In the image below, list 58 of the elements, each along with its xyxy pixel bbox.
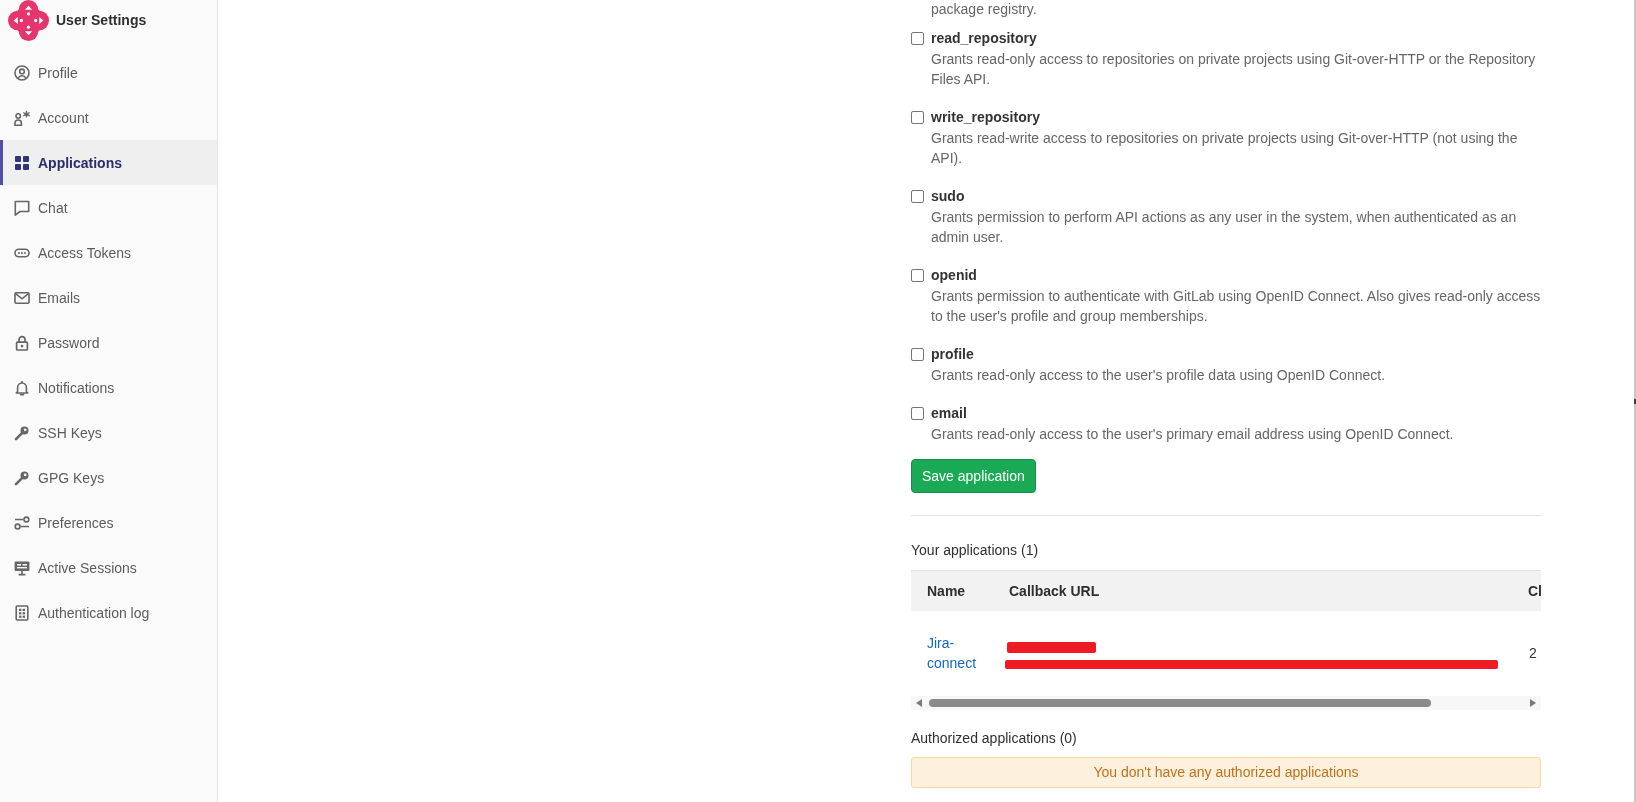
sidebar-item[interactable]: Preferences bbox=[0, 500, 217, 545]
page-scrollbar[interactable] bbox=[1634, 0, 1636, 802]
scope-label[interactable]: write_repository bbox=[931, 109, 1040, 125]
caret-left-icon[interactable] bbox=[916, 699, 922, 707]
scope-description: Grants permission to perform API actions as any user in the system, when authenticated as an admin user. bbox=[931, 208, 1518, 247]
empty-state-alert: You don't have any authorized applications bbox=[911, 757, 1541, 788]
scope-description: Grants permission to authenticate with GitLab using OpenID Connect. Also gives read-only access to the user's profile and group memberships. bbox=[931, 287, 1542, 326]
sidebar-item[interactable]: Access Tokens bbox=[0, 230, 217, 275]
envelope-icon bbox=[14, 289, 30, 306]
table-grid-icon bbox=[14, 604, 30, 621]
column-header: Name bbox=[926, 583, 967, 599]
sidebar-item[interactable]: Authentication log bbox=[0, 590, 217, 635]
key-icon bbox=[14, 424, 30, 441]
scope-label[interactable]: sudo bbox=[931, 188, 965, 204]
sidebar-item[interactable]: Profile bbox=[0, 50, 217, 95]
sidebar-item[interactable]: Emails bbox=[0, 275, 217, 320]
scrollbar-thumb[interactable] bbox=[929, 699, 1431, 707]
sidebar-item[interactable]: Notifications bbox=[0, 365, 217, 410]
sidebar-title: User Settings bbox=[56, 11, 147, 30]
sidebar-item[interactable]: Active Sessions bbox=[0, 545, 217, 590]
checkbox[interactable] bbox=[911, 31, 924, 45]
column-header: Callback URL bbox=[1008, 583, 1101, 599]
lock-icon bbox=[14, 334, 30, 351]
key-icon bbox=[14, 469, 30, 486]
sidebar-item[interactable]: Chat bbox=[0, 185, 217, 230]
checkbox[interactable] bbox=[911, 110, 924, 124]
sidebar-item[interactable]: GPG Keys bbox=[0, 455, 217, 500]
scope-description: package registry. bbox=[931, 0, 1038, 18]
scope-description: Grants read-write access to repositories on private projects using Git-over-HTTP (not using the API). bbox=[931, 129, 1519, 168]
sliders-icon bbox=[14, 514, 30, 531]
caret-right-icon[interactable] bbox=[1530, 699, 1536, 707]
checkbox[interactable] bbox=[911, 189, 924, 203]
section-heading: Your applications (1) bbox=[911, 541, 1040, 560]
section-heading: Authorized applications (0) bbox=[911, 729, 1078, 748]
checkbox[interactable] bbox=[911, 406, 924, 420]
sidebar-item[interactable]: Account bbox=[0, 95, 217, 140]
sidebar-item[interactable]: Password bbox=[0, 320, 217, 365]
bell-icon bbox=[14, 379, 30, 396]
speech-bubble-icon bbox=[14, 199, 30, 216]
scope-label[interactable]: email bbox=[931, 405, 967, 421]
app-name-link[interactable]: Jira-connect bbox=[927, 633, 979, 673]
scope-description: Grants read-only access to repositories on private projects using Git-over-HTTP or the Repository Files API. bbox=[931, 50, 1537, 89]
scope-description: Grants read-only access to the user's primary email address using OpenID Connect. bbox=[931, 425, 1455, 444]
scope-label[interactable]: openid bbox=[931, 267, 977, 283]
table-cell-text: 2 bbox=[1528, 644, 1538, 663]
scope-label[interactable]: read_repository bbox=[931, 30, 1037, 46]
user-gear-icon bbox=[14, 109, 30, 126]
grid-icon bbox=[14, 154, 30, 171]
checkbox[interactable] bbox=[911, 268, 924, 282]
user-circle-icon bbox=[14, 64, 30, 81]
column-header: Cl bbox=[1527, 583, 1541, 599]
scope-label[interactable]: profile bbox=[931, 346, 974, 362]
scope-description: Grants read-only access to the user's profile data using OpenID Connect. bbox=[931, 366, 1387, 385]
sidebar-item[interactable]: SSH Keys bbox=[0, 410, 217, 455]
sidebar-item[interactable]: Applications bbox=[0, 140, 217, 185]
checkbox[interactable] bbox=[911, 347, 924, 361]
horizontal-scrollbar[interactable] bbox=[911, 696, 1541, 710]
monitor-icon bbox=[14, 559, 30, 576]
